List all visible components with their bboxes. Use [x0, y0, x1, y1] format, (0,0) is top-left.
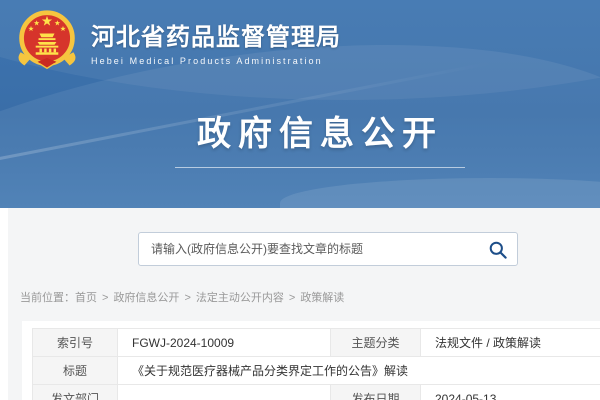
breadcrumb-separator: >: [184, 292, 190, 304]
department-value: [118, 385, 331, 400]
breadcrumb-separator: >: [289, 292, 295, 304]
breadcrumb-link-statutory-disclosure[interactable]: 法定主动公开内容: [196, 292, 284, 304]
date-value: 2024-05-13: [421, 385, 600, 400]
breadcrumb-link-gov-info[interactable]: 政府信息公开: [113, 292, 179, 304]
table-row: 标题 《关于规范医疗器械产品分类界定工作的公告》解读: [33, 357, 600, 385]
site-header: 河北省药品监督管理局 Hebei Medical Products Admini…: [13, 9, 341, 73]
breadcrumb-link-home[interactable]: 首页: [75, 292, 97, 304]
page: 河北省药品监督管理局 Hebei Medical Products Admini…: [0, 0, 600, 400]
national-emblem-icon: [13, 9, 81, 73]
site-banner: 河北省药品监督管理局 Hebei Medical Products Admini…: [0, 0, 600, 208]
document-info-table: 索引号 FGWJ-2024-10009 主题分类 法规文件 / 政策解读 标题 …: [32, 328, 600, 400]
title-value: 《关于规范医疗器械产品分类界定工作的公告》解读: [118, 357, 600, 385]
category-value: 法规文件 / 政策解读: [421, 329, 600, 357]
breadcrumb-link-policy-interpretation[interactable]: 政策解读: [300, 292, 344, 304]
site-subtitle: Hebei Medical Products Administration: [91, 56, 341, 66]
title-label: 标题: [33, 357, 118, 385]
breadcrumb-separator: >: [102, 292, 108, 304]
table-row: 索引号 FGWJ-2024-10009 主题分类 法规文件 / 政策解读: [33, 329, 600, 357]
search-input[interactable]: [139, 233, 517, 265]
site-title: 河北省药品监督管理局: [91, 17, 341, 52]
breadcrumb: 当前位置：首页 > 政府信息公开 > 法定主动公开内容 > 政策解读: [20, 289, 600, 305]
date-label: 发布日期: [331, 385, 421, 400]
index-label: 索引号: [33, 329, 118, 357]
banner-title: 政府信息公开: [0, 106, 600, 155]
site-titles: 河北省药品监督管理局 Hebei Medical Products Admini…: [91, 17, 341, 66]
search-icon: [488, 240, 508, 260]
search-button[interactable]: [488, 240, 508, 260]
document-card: 索引号 FGWJ-2024-10009 主题分类 法规文件 / 政策解读 标题 …: [22, 321, 600, 400]
table-row: 发文部门 发布日期 2024-05-13: [33, 385, 600, 400]
index-value: FGWJ-2024-10009: [118, 329, 331, 357]
banner-divider: [175, 167, 465, 168]
breadcrumb-prefix: 当前位置：: [20, 292, 75, 304]
stage: 河北省药品监督管理局 Hebei Medical Products Admini…: [0, 0, 600, 400]
search-box: [138, 232, 518, 266]
content-area: 当前位置：首页 > 政府信息公开 > 法定主动公开内容 > 政策解读 索引号 FGWJ-20…: [8, 208, 600, 400]
category-label: 主题分类: [331, 329, 421, 357]
department-label: 发文部门: [33, 385, 118, 400]
